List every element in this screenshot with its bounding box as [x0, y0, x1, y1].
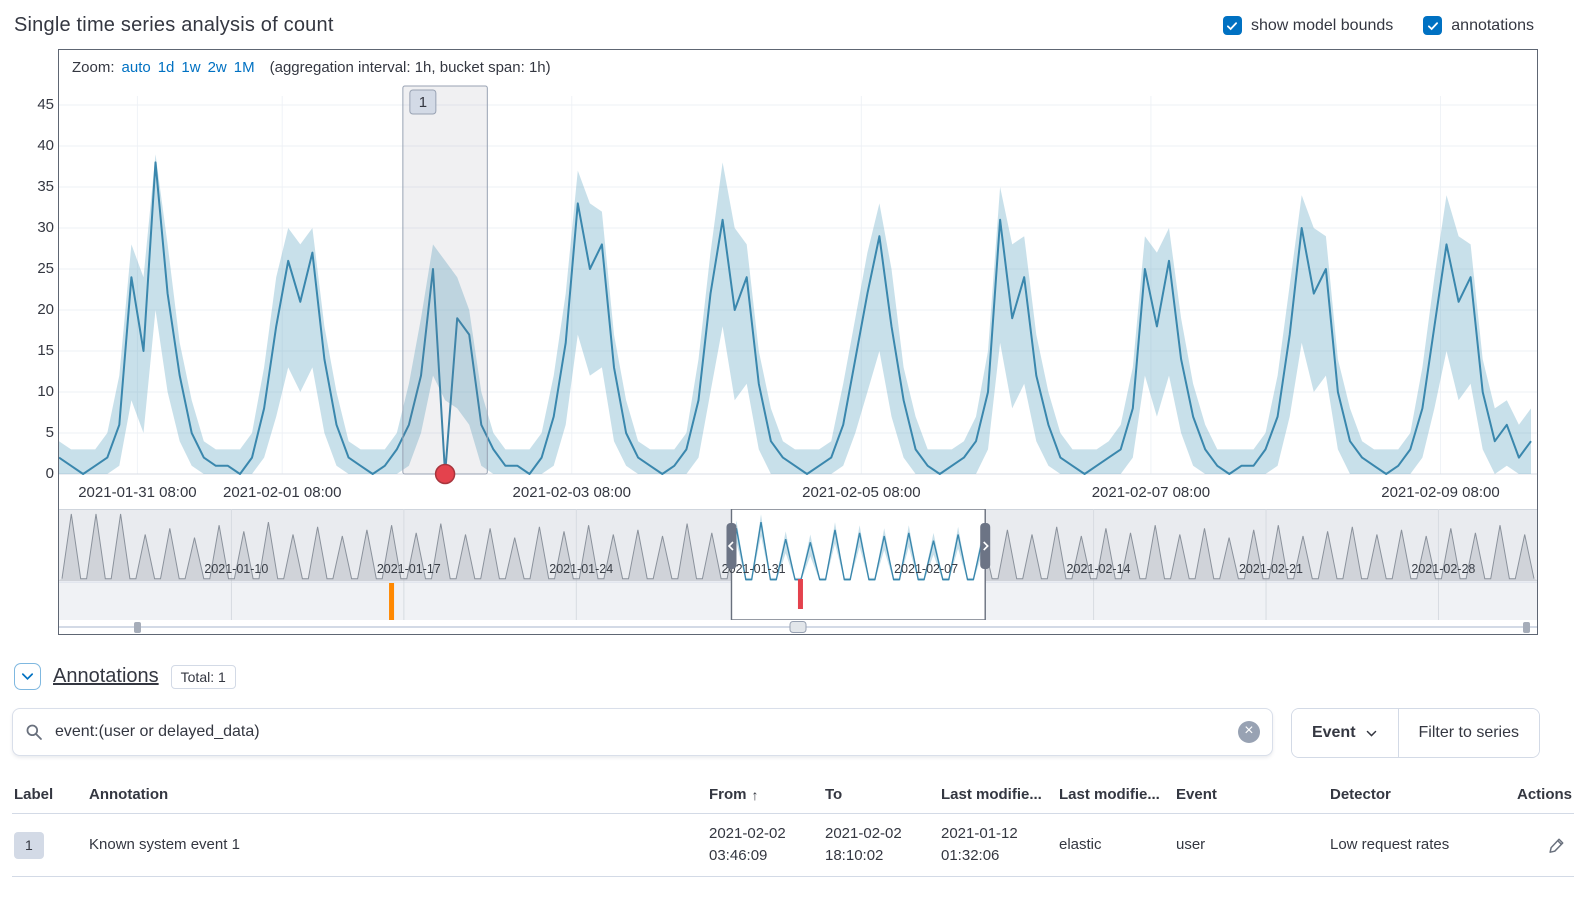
svg-text:40: 40 — [37, 137, 54, 154]
svg-text:2021-02-01 08:00: 2021-02-01 08:00 — [223, 484, 341, 501]
col-event: Event — [1176, 786, 1330, 803]
annotations-section-header: Annotations Total: 1 — [14, 663, 1574, 690]
chart-option-toggles: show model bounds annotations — [1223, 16, 1534, 35]
aggregation-note: (aggregation interval: 1h, bucket span: … — [270, 59, 551, 76]
svg-text:2021-01-10: 2021-01-10 — [204, 562, 268, 576]
annotation-table-row: 1 Known system event 1 2021-02-02 03:46:… — [12, 814, 1574, 877]
zoom-1w-link[interactable]: 1w — [181, 59, 200, 76]
zoom-1M-link[interactable]: 1M — [234, 59, 255, 76]
col-label: Label — [14, 786, 89, 803]
svg-text:2021-01-31 08:00: 2021-01-31 08:00 — [78, 484, 196, 501]
svg-text:2021-02-07: 2021-02-07 — [894, 562, 958, 576]
svg-text:2021-02-05 08:00: 2021-02-05 08:00 — [802, 484, 920, 501]
event-dropdown-label: Event — [1312, 724, 1356, 742]
clear-search-button[interactable]: × — [1238, 721, 1260, 743]
annotation-to: 2021-02-02 18:10:02 — [825, 823, 941, 868]
annotation-event: user — [1176, 834, 1330, 857]
check-icon — [1223, 16, 1242, 35]
filter-to-series-button[interactable]: Filter to series — [1399, 709, 1539, 757]
annotations-section-title[interactable]: Annotations — [53, 665, 159, 688]
col-actions: Actions — [1495, 786, 1572, 803]
annotations-search-row: × Event Filter to series — [12, 708, 1540, 758]
page-header: Single time series analysis of count sho… — [12, 8, 1574, 49]
col-last-modified-by: Last modifie... — [1059, 786, 1176, 803]
zoom-2w-link[interactable]: 2w — [208, 59, 227, 76]
annotations-filter-buttons: Event Filter to series — [1291, 708, 1540, 758]
zoom-label: Zoom: — [72, 59, 115, 76]
annotations-search-bar[interactable]: × — [12, 708, 1273, 756]
scroll-handle-left[interactable] — [134, 622, 141, 633]
svg-text:2021-02-03 08:00: 2021-02-03 08:00 — [513, 484, 631, 501]
annotations-table: Label Annotation From ↑ To Last modifie.… — [12, 786, 1574, 877]
col-annotation: Annotation — [89, 786, 709, 803]
zoom-auto-link[interactable]: auto — [122, 59, 151, 76]
chevron-down-icon — [20, 669, 35, 684]
col-from-sortable[interactable]: From ↑ — [709, 786, 825, 803]
col-from-label: From — [709, 786, 747, 803]
scroll-handle-right[interactable] — [1523, 622, 1530, 633]
svg-text:2021-01-17: 2021-01-17 — [377, 562, 441, 576]
sort-ascending-icon: ↑ — [752, 787, 759, 803]
svg-text:30: 30 — [37, 219, 54, 236]
main-time-series-chart[interactable]: 1 2021-01-31 08:00 2021-02-01 08:00 2021-02… — [59, 84, 1537, 509]
y-axis-labels: 0 5 10 15 20 25 30 35 40 45 — [12, 83, 58, 508]
annotation-from: 2021-02-02 03:46:09 — [709, 823, 825, 868]
svg-text:2021-02-14: 2021-02-14 — [1067, 562, 1131, 576]
annotation-label-badge: 1 — [14, 832, 44, 859]
zoom-controls: Zoom: auto 1d 1w 2w 1M (aggregation inte… — [59, 50, 1537, 84]
svg-text:0: 0 — [46, 465, 54, 482]
svg-text:10: 10 — [37, 383, 54, 400]
col-to: To — [825, 786, 941, 803]
scroll-thumb[interactable] — [790, 622, 806, 633]
cross-icon: × — [1244, 723, 1253, 739]
single-metric-viewer: Single time series analysis of count sho… — [0, 0, 1586, 885]
pencil-icon — [1548, 836, 1566, 854]
checkbox-label: show model bounds — [1251, 17, 1393, 35]
col-detector: Detector — [1330, 786, 1495, 803]
annotation-last-modified-date: 2021-01-12 01:32:06 — [941, 823, 1059, 868]
check-icon — [1423, 16, 1442, 35]
annotations-total-badge: Total: 1 — [171, 665, 236, 689]
checkbox-label: annotations — [1451, 17, 1534, 35]
svg-text:25: 25 — [37, 260, 54, 277]
annotations-checkbox[interactable]: annotations — [1423, 16, 1534, 35]
annotation-text: Known system event 1 — [89, 834, 709, 857]
col-last-modified-date: Last modifie... — [941, 786, 1059, 803]
annotation-detector: Low request rates — [1330, 834, 1495, 857]
model-bounds-band — [59, 154, 1531, 474]
chevron-down-icon — [1365, 727, 1378, 740]
svg-text:45: 45 — [37, 96, 54, 113]
svg-text:2021-01-24: 2021-01-24 — [549, 562, 613, 576]
time-series-chart-panel: 0 5 10 15 20 25 30 35 40 45 Zoom: auto 1d 1w 2w 1… — [12, 49, 1538, 635]
svg-text:20: 20 — [37, 301, 54, 318]
svg-text:2021-02-09 08:00: 2021-02-09 08:00 — [1381, 484, 1499, 501]
edit-annotation-button[interactable] — [1546, 834, 1568, 856]
svg-text:15: 15 — [37, 342, 54, 359]
annotations-table-header: Label Annotation From ↑ To Last modifie.… — [12, 786, 1574, 814]
page-title: Single time series analysis of count — [14, 14, 334, 37]
context-navigator-chart[interactable]: 2021-01-102021-01-172021-01-242021-01-31… — [59, 509, 1537, 620]
svg-text:35: 35 — [37, 178, 54, 195]
svg-text:2021-02-07 08:00: 2021-02-07 08:00 — [1092, 484, 1210, 501]
svg-text:5: 5 — [46, 424, 54, 441]
annotations-collapse-button[interactable] — [14, 663, 41, 690]
event-filter-dropdown[interactable]: Event — [1292, 709, 1399, 757]
critical-anomaly-tick — [798, 579, 803, 609]
major-anomaly-tick — [389, 583, 394, 620]
annotation-region[interactable] — [403, 86, 487, 474]
chart-scrollbar[interactable] — [59, 620, 1537, 634]
filter-button-label: Filter to series — [1419, 724, 1519, 742]
show-model-bounds-checkbox[interactable]: show model bounds — [1223, 16, 1393, 35]
annotations-search-input[interactable] — [53, 722, 1228, 742]
zoom-1d-link[interactable]: 1d — [158, 59, 175, 76]
annotation-last-modified-by: elastic — [1059, 834, 1176, 857]
anomaly-marker[interactable] — [436, 465, 455, 484]
svg-text:2021-02-21: 2021-02-21 — [1239, 562, 1303, 576]
chart-frame: Zoom: auto 1d 1w 2w 1M (aggregation inte… — [58, 49, 1538, 635]
search-icon — [25, 723, 43, 741]
svg-text:1: 1 — [419, 94, 427, 111]
svg-text:2021-02-28: 2021-02-28 — [1411, 562, 1475, 576]
